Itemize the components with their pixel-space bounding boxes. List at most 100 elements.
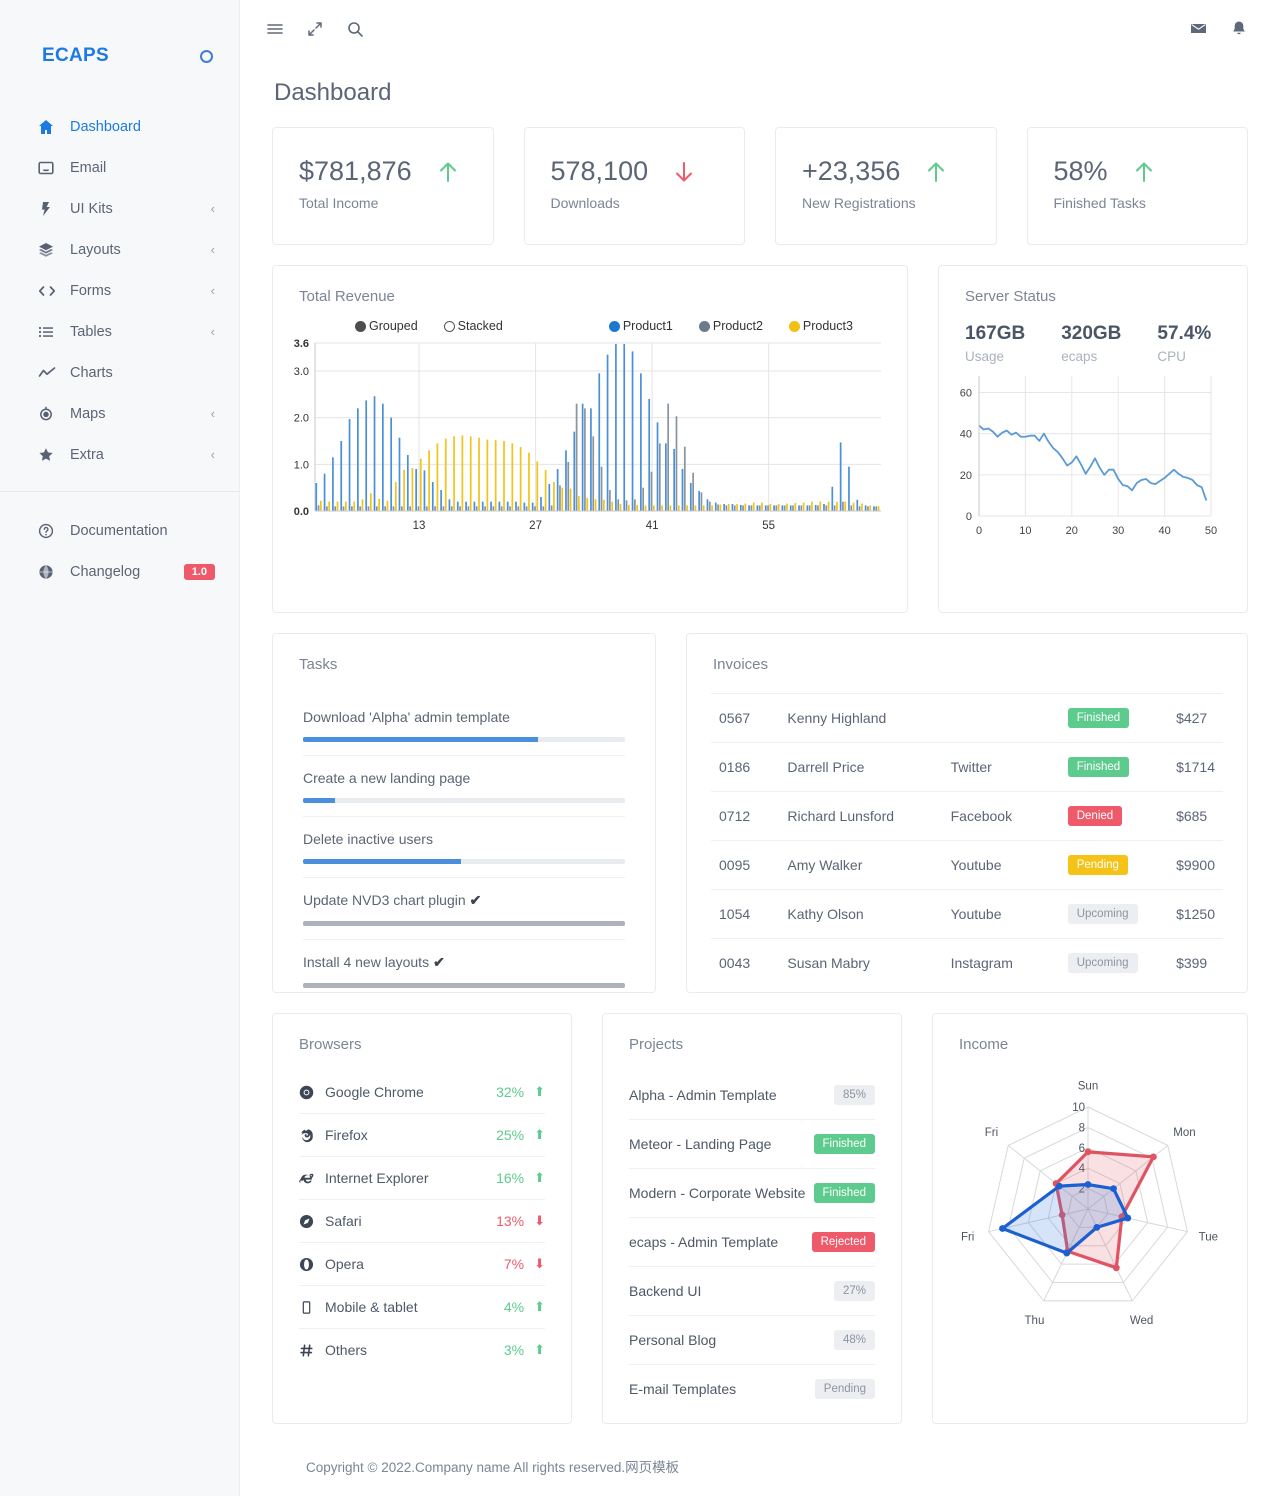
- list-item[interactable]: Google Chrome 32% ⬆: [299, 1071, 545, 1113]
- table-row[interactable]: 0095 Amy Walker Youtube Pending $9900: [711, 841, 1223, 890]
- sidebar-item-layouts[interactable]: Layouts ‹: [0, 229, 239, 270]
- stat-label: Downloads: [551, 195, 719, 211]
- main-area: Dashboard $781,876 Total Income 578,100: [240, 0, 1280, 1496]
- list-item[interactable]: Others 3% ⬆: [299, 1328, 545, 1371]
- list-item[interactable]: Safari 13% ⬇: [299, 1199, 545, 1242]
- svg-text:Fri: Fri: [961, 1231, 974, 1243]
- hamburger-icon[interactable]: [266, 20, 284, 38]
- sidebar-item-forms[interactable]: Forms ‹: [0, 270, 239, 311]
- legend-label: Grouped: [369, 319, 418, 333]
- sidebar-item-tables[interactable]: Tables ‹: [0, 311, 239, 352]
- svg-text:Thu: Thu: [1025, 1315, 1045, 1327]
- sidebar-item-documentation[interactable]: Documentation: [0, 510, 239, 551]
- legend-item-stacked[interactable]: Stacked: [444, 319, 503, 333]
- arrow-up-icon: ⬆: [534, 1084, 545, 1100]
- legend-item-grouped[interactable]: Grouped: [355, 319, 418, 333]
- task-item[interactable]: Install 4 new layouts✔: [303, 939, 625, 988]
- svg-text:8: 8: [1079, 1122, 1085, 1134]
- arrow-up-icon: [434, 158, 462, 186]
- table-row[interactable]: 0567 Kenny Highland Finished $427: [711, 694, 1223, 743]
- card-title: Browsers: [273, 1014, 571, 1053]
- project-name: Meteor - Landing Page: [629, 1136, 771, 1152]
- invoice-amount: $685: [1168, 792, 1223, 841]
- arrow-up-icon: ⬆: [534, 1170, 545, 1186]
- chevron-icon: ‹: [211, 242, 215, 257]
- table-row[interactable]: 0043 Susan Mabry Instagram Upcoming $399: [711, 939, 1223, 988]
- mobile-icon: [299, 1300, 325, 1315]
- legend-item-product1[interactable]: Product1: [609, 319, 673, 333]
- list-item[interactable]: Alpha - Admin Template 85%: [629, 1071, 875, 1119]
- svg-text:Mon: Mon: [1173, 1127, 1195, 1139]
- status-badge: Pending: [1068, 855, 1128, 875]
- svg-text:60: 60: [960, 387, 972, 399]
- svg-text:3.0: 3.0: [294, 366, 309, 378]
- list-item[interactable]: Modern - Corporate Website Finished: [629, 1168, 875, 1217]
- sidebar-item-changelog[interactable]: Changelog 1.0: [0, 551, 239, 592]
- sidebar-item-email[interactable]: Email: [0, 147, 239, 188]
- sidebar-item-label: Charts: [70, 365, 215, 381]
- search-icon[interactable]: [346, 20, 364, 38]
- code-icon: [38, 283, 60, 299]
- table-row[interactable]: 0186 Darrell Price Twitter Finished $171…: [711, 743, 1223, 792]
- total-revenue-card: Total Revenue Grouped Stacked Product: [272, 265, 908, 613]
- browser-pct: 25%: [496, 1127, 524, 1143]
- sidebar-item-dashboard[interactable]: Dashboard: [0, 106, 239, 147]
- list-item[interactable]: Internet Explorer 16% ⬆: [299, 1156, 545, 1199]
- chevron-icon: ‹: [211, 324, 215, 339]
- list-item[interactable]: Backend UI 27%: [629, 1266, 875, 1315]
- dashboard-app: ECAPS Dashboard Email: [0, 0, 1280, 1496]
- legend-label: Product3: [803, 319, 853, 333]
- browser-pct: 13%: [496, 1213, 524, 1229]
- sidebar-item-label: Layouts: [70, 242, 211, 258]
- bell-icon[interactable]: [1230, 20, 1248, 38]
- table-row[interactable]: 1054 Kathy Olson Youtube Upcoming $1250: [711, 890, 1223, 939]
- status-badge: Denied: [1068, 806, 1122, 826]
- svg-text:3.6: 3.6: [294, 338, 309, 350]
- sidebar-item-ui-kits[interactable]: UI Kits ‹: [0, 188, 239, 229]
- task-item[interactable]: Update NVD3 chart plugin✔: [303, 877, 625, 926]
- envelope-icon[interactable]: [1189, 19, 1208, 38]
- globe-icon: [38, 564, 60, 580]
- circle-icon[interactable]: [200, 50, 213, 63]
- stat-value: 578,100: [551, 156, 649, 187]
- star-icon: [38, 447, 60, 463]
- invoice-id: 0043: [711, 939, 779, 988]
- task-item[interactable]: Download 'Alpha' admin template: [303, 695, 625, 742]
- task-item[interactable]: Delete inactive users: [303, 816, 625, 864]
- list-item[interactable]: Personal Blog 48%: [629, 1315, 875, 1364]
- svg-text:10: 10: [1072, 1102, 1085, 1114]
- expand-icon[interactable]: [306, 20, 324, 38]
- list-item[interactable]: ecaps - Admin Template Rejected: [629, 1217, 875, 1266]
- task-label: Create a new landing page: [303, 770, 470, 786]
- legend-item-product2[interactable]: Product2: [699, 319, 763, 333]
- brand-logo[interactable]: ECAPS: [42, 45, 109, 67]
- task-item[interactable]: Create a new landing page: [303, 755, 625, 803]
- task-label: Install 4 new layouts: [303, 954, 429, 970]
- stat-label: Total Income: [299, 195, 467, 211]
- list-item[interactable]: E-mail Templates Pending: [629, 1364, 875, 1413]
- table-row[interactable]: 0712 Richard Lunsford Facebook Denied $6…: [711, 792, 1223, 841]
- svg-text:20: 20: [960, 470, 972, 482]
- server-stat-value: 320GB: [1061, 323, 1121, 345]
- legend-item-product3[interactable]: Product3: [789, 319, 853, 333]
- invoice-id: 0567: [711, 694, 779, 743]
- list-item[interactable]: Mobile & tablet 4% ⬆: [299, 1285, 545, 1328]
- list-item[interactable]: Firefox 25% ⬆: [299, 1113, 545, 1156]
- list-item[interactable]: Opera 7% ⬇: [299, 1242, 545, 1285]
- sidebar-item-charts[interactable]: Charts: [0, 352, 239, 393]
- arrow-up-icon: [922, 158, 950, 186]
- card-title: Total Revenue: [273, 266, 907, 305]
- status-badge: Upcoming: [1068, 953, 1138, 973]
- invoice-id: 0095: [711, 841, 779, 890]
- sidebar-item-extra[interactable]: Extra ‹: [0, 434, 239, 475]
- arrow-down-icon: [670, 158, 698, 186]
- projects-list: Alpha - Admin Template 85% Meteor - Land…: [603, 1053, 901, 1423]
- invoice-id: 0712: [711, 792, 779, 841]
- sidebar-item-label: Dashboard: [70, 119, 215, 135]
- project-name: Alpha - Admin Template: [629, 1087, 777, 1103]
- page-content: Dashboard $781,876 Total Income 578,100: [240, 57, 1280, 1496]
- sidebar-item-maps[interactable]: Maps ‹: [0, 393, 239, 434]
- list-item[interactable]: Meteor - Landing Page Finished: [629, 1119, 875, 1168]
- sidebar-item-label: Email: [70, 160, 215, 176]
- invoice-source: [943, 694, 1060, 743]
